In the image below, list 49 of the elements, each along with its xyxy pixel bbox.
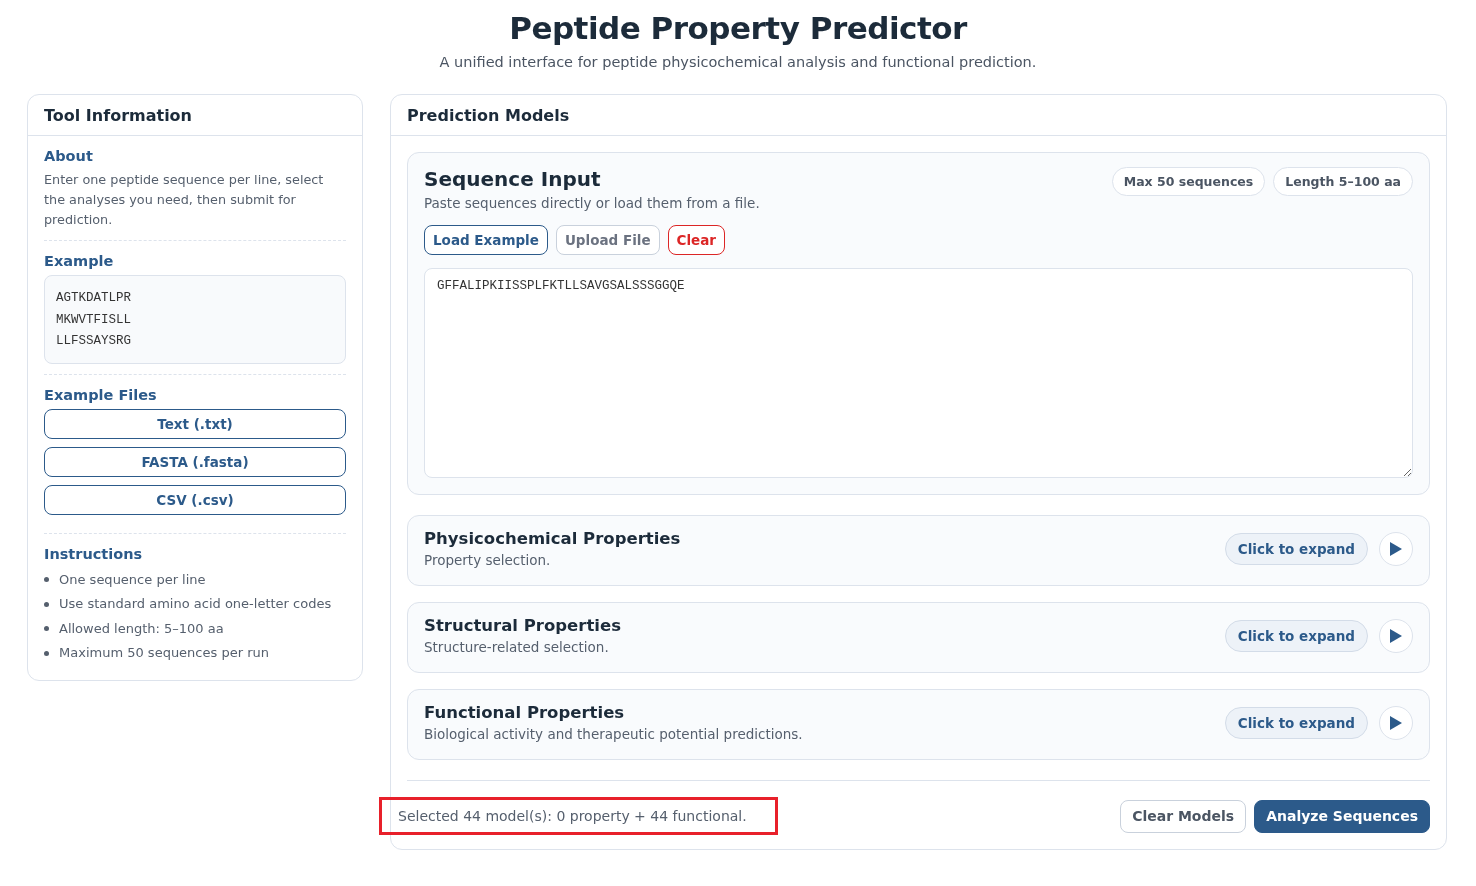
example-file-button[interactable]: CSV (.csv): [44, 484, 346, 515]
card-title: Prediction Models: [407, 106, 570, 125]
panel-title: Sequence Input: [424, 167, 602, 191]
panel-subtitle: Paste sequences directly or load them from a file.: [424, 195, 760, 211]
footer-button[interactable]: Analyze Sequences: [1254, 799, 1430, 833]
bullet-icon: [44, 577, 49, 583]
instruction-text: Use standard amino acid one-letter codes: [59, 595, 332, 613]
example-file-button[interactable]: FASTA (.fasta): [44, 446, 346, 477]
page-title: Peptide Property Predictor: [508, 10, 969, 46]
panel-title: Physicochemical Properties: [424, 529, 681, 548]
expand-toggle[interactable]: [1379, 705, 1413, 740]
input-action-button[interactable]: Clear: [667, 225, 725, 255]
section-heading: Example Files: [44, 386, 158, 403]
card-title: Tool Information: [44, 106, 192, 125]
instruction-text: Allowed length: 5–100 aa: [59, 619, 224, 638]
input-action-button[interactable]: Upload File: [555, 225, 660, 255]
expand-button[interactable]: Click to expand: [1224, 532, 1368, 565]
section-heading: About: [44, 148, 94, 164]
sequence-textarea[interactable]: GFFALIPKIISSPLFKTLLSAVGSALSSSGGQE: [424, 268, 1413, 478]
page-subtitle: A unified interface for peptide physicochemical analysis and functional prediction.: [438, 54, 1038, 70]
play-triangle-icon: [1389, 540, 1403, 557]
selection-status: Selected 44 model(s): 0 property + 44 functional.: [379, 797, 778, 835]
section-heading: Example: [44, 253, 115, 269]
example-sequence: AGTKDATLPR: [56, 290, 132, 307]
expand-toggle[interactable]: [1379, 531, 1413, 566]
input-action-button[interactable]: Load Example: [424, 225, 548, 255]
panel-subtitle: Structure-related selection.: [424, 639, 610, 655]
limit-badge: Length 5–100 aa: [1273, 167, 1413, 196]
panel-title: Functional Properties: [424, 703, 626, 722]
expand-toggle[interactable]: [1379, 618, 1413, 653]
instruction-text: One sequence per line: [59, 570, 206, 589]
about-text: Enter one peptide sequence per line, select the analyses you need, then submit for prediction.: [44, 171, 325, 229]
play-triangle-icon: [1389, 627, 1403, 644]
footer-button[interactable]: Clear Models: [1120, 799, 1247, 833]
play-triangle-icon: [1389, 714, 1403, 731]
expand-button[interactable]: Click to expand: [1224, 706, 1368, 739]
bullet-icon: [44, 626, 49, 632]
panel-title: Structural Properties: [424, 616, 621, 635]
example-sequence: MKWVTFISLL: [56, 311, 132, 329]
panel-subtitle: Biological activity and therapeutic potential predictions.: [424, 726, 803, 742]
section-heading: Instructions: [44, 545, 144, 562]
bullet-icon: [44, 650, 49, 656]
bullet-icon: [44, 601, 49, 607]
instruction-text: Maximum 50 sequences per run: [59, 644, 269, 662]
limit-badge: Max 50 sequences: [1111, 167, 1266, 196]
example-file-button[interactable]: Text (.txt): [44, 408, 346, 439]
example-sequence: LLFSSAYSRG: [56, 333, 132, 350]
expand-button[interactable]: Click to expand: [1224, 619, 1368, 652]
panel-subtitle: Property selection.: [424, 552, 552, 568]
